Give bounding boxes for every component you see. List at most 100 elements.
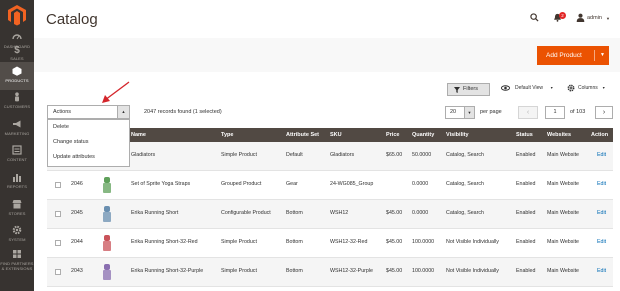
extensions-icon [0,249,34,259]
cell-status: Enabled [516,152,536,158]
sidebar-item-products[interactable]: PRODUCTS [0,62,34,90]
dropdown-item-delete[interactable]: Delete [48,120,129,135]
gear-icon [0,225,34,235]
chevron-down-icon: ▼ [550,86,554,90]
cell-sku: 24-WG085_Group [330,181,374,187]
eye-icon [501,85,510,91]
user-icon[interactable] [576,13,585,22]
chevron-down-icon[interactable]: ▼ [600,46,605,65]
column-header-visibility[interactable]: Visibility [446,128,469,142]
cell-name: Set of Sprite Yoga Straps [131,181,191,187]
product-thumbnail [101,233,113,253]
previous-page-button[interactable]: ‹ [518,106,538,119]
sidebar-item-customers[interactable]: CUSTOMERS [0,88,34,116]
column-header-quantity[interactable]: Quantity [412,128,434,142]
dropdown-item-update-attributes[interactable]: Update attributes [48,150,129,165]
cell-name: Erika Running Short [131,210,179,216]
magento-logo[interactable] [6,4,28,26]
megaphone-icon [0,119,34,129]
edit-link[interactable]: Edit [597,181,606,187]
cell-status: Enabled [516,181,536,187]
page-actions-bar [34,38,620,72]
cell-sku: Gladiators [330,152,355,158]
cell-name: Erika Running Short-32-Purple [131,268,204,274]
column-header-price[interactable]: Price [386,128,399,142]
mass-actions-select[interactable]: Actions ▲ [47,105,130,119]
mass-actions-dropdown-menu: Delete Change status Update attributes [47,119,130,167]
cell-visibility: Catalog, Search [446,152,484,158]
svg-text:$: $ [14,45,20,54]
user-menu-name[interactable]: admin [587,15,602,21]
sidebar-item-stores[interactable]: STORES [0,195,34,223]
cell-status: Enabled [516,239,536,245]
row-select-checkbox[interactable] [55,211,61,217]
row-select-checkbox[interactable] [55,240,61,246]
columns-label: Columns [578,85,598,91]
notification-count-badge[interactable]: 2 [559,12,566,19]
current-page-input[interactable]: 1 [545,106,565,119]
sidebar-item-label: FIND PARTNERS & EXTENSIONS [0,261,34,271]
cell-visibility: Not Visible Individually [446,239,499,245]
sidebar-item-label: CONTENT [6,157,28,162]
edit-link[interactable]: Edit [597,268,606,274]
cell-status: Enabled [516,210,536,216]
row-select-checkbox[interactable] [55,182,61,188]
cube-icon [0,66,34,76]
filters-button[interactable]: Filters [447,83,490,96]
store-icon [0,199,34,209]
cell-websites: Main Website [547,239,579,245]
chevron-down-icon[interactable]: ▼ [464,107,474,118]
sidebar-item-label: CUSTOMERS [3,104,31,109]
sidebar-item-label: SALES [10,56,24,61]
cell-price: $65.00 [386,152,403,158]
product-thumbnail [101,262,113,282]
chevron-right-icon: › [602,109,606,116]
column-header-type[interactable]: Type [221,128,233,142]
column-header-name[interactable]: Name [131,128,146,142]
cell-sku: WSH12 [330,210,349,216]
column-header-action[interactable]: Action [591,128,608,142]
total-pages-text: of 103 [570,109,586,115]
caret-up-icon[interactable]: ▲ [117,106,129,118]
cell-sku: WSH12-32-Red [330,239,368,245]
add-product-label[interactable]: Add Product [546,52,582,59]
cell-quantity: 100.0000 [412,239,435,245]
page-size-select[interactable]: 20 ▼ [445,106,475,119]
cell-id: 2045 [71,210,83,216]
cell-websites: Main Website [547,152,579,158]
sidebar-item-label: MARKETING [4,131,30,136]
cell-type: Simple Product [221,152,257,158]
sidebar-item-find-partners-extensions[interactable]: FIND PARTNERS & EXTENSIONS [0,245,34,273]
add-product-button[interactable]: Add Product ▼ [537,46,609,65]
row-select-checkbox[interactable] [55,269,61,275]
edit-link[interactable]: Edit [597,210,606,216]
cell-type: Simple Product [221,239,257,245]
cell-type: Grouped Product [221,181,262,187]
search-icon[interactable] [530,13,539,22]
sidebar-item-marketing[interactable]: MARKETING [0,115,34,143]
cell-quantity: 100.0000 [412,268,435,274]
chevron-down-icon: ▼ [602,86,606,90]
cell-visibility: Catalog, Search [446,181,484,187]
next-page-button[interactable]: › [595,106,613,119]
gear-icon [567,84,575,92]
actions-select-label: Actions [53,109,72,115]
sidebar-item-reports[interactable]: REPORTS [0,168,34,196]
dropdown-item-change-status[interactable]: Change status [48,135,129,150]
person-icon [0,92,34,102]
cell-websites: Main Website [547,268,579,274]
column-header-status[interactable]: Status [516,128,533,142]
sidebar-item-content[interactable]: CONTENT [0,141,34,169]
cell-visibility: Catalog, Search [446,210,484,216]
column-header-attribute-set[interactable]: Attribute Set [286,128,319,142]
cell-quantity: 50.0000 [412,152,432,158]
chevron-down-icon[interactable]: ▼ [606,16,610,21]
page-size-value: 20 [450,109,457,115]
column-header-websites[interactable]: Websites [547,128,571,142]
edit-link[interactable]: Edit [597,239,606,245]
cell-price: $45.00 [386,210,403,216]
column-header-sku[interactable]: SKU [330,128,342,142]
cell-price: $45.00 [386,268,403,274]
cell-id: 2046 [71,181,83,187]
edit-link[interactable]: Edit [597,152,606,158]
